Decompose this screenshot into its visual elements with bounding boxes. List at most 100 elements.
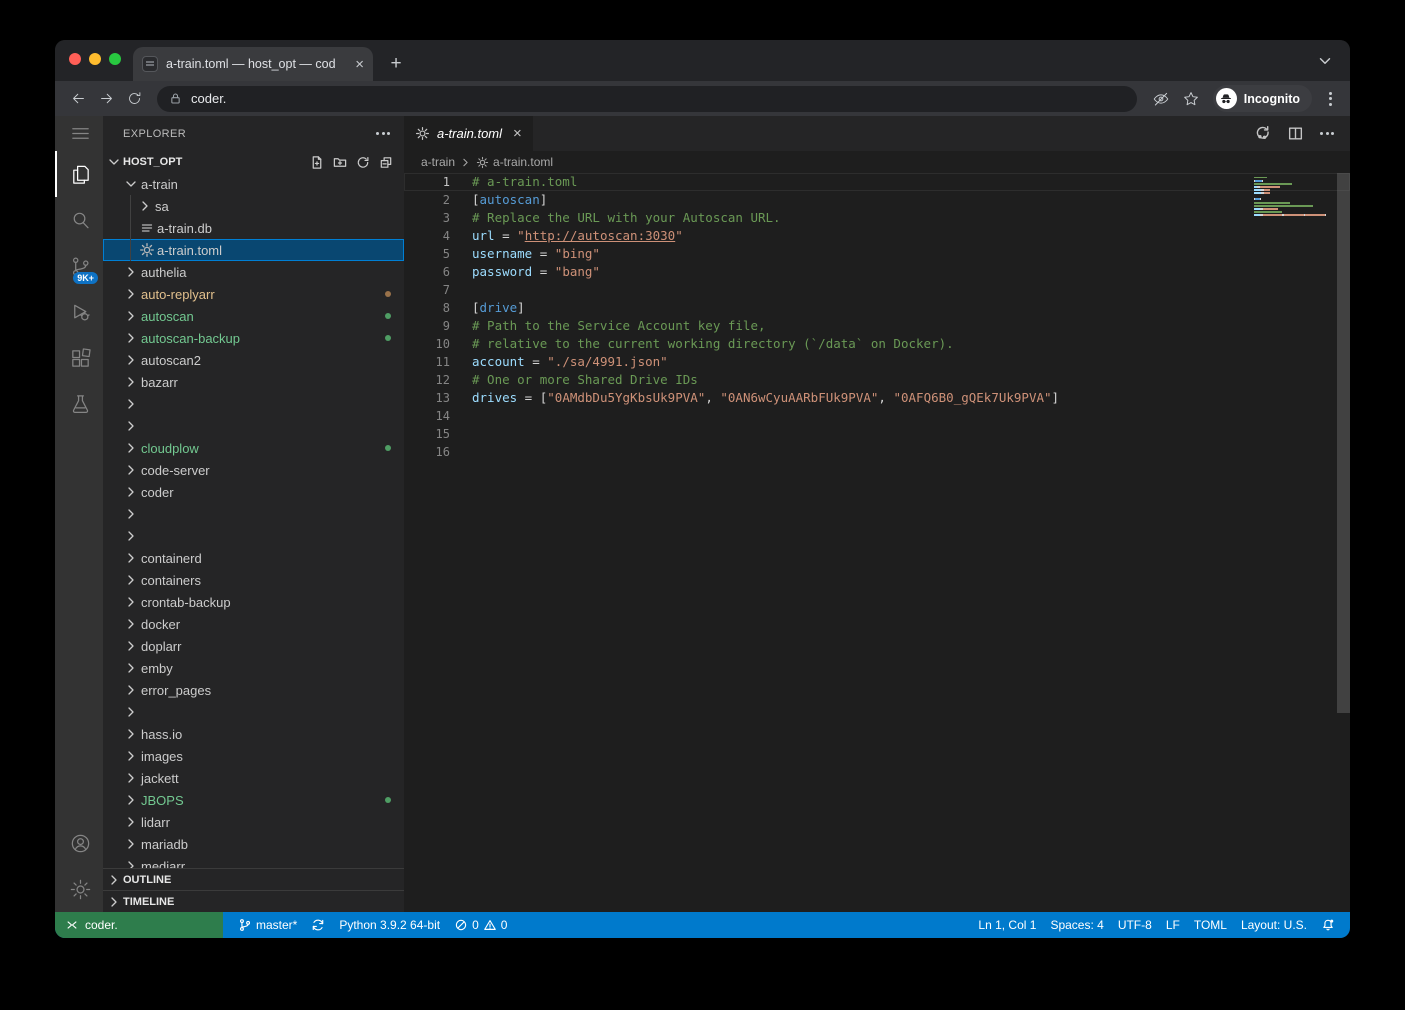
timeline-header[interactable]: TIMELINE	[103, 890, 404, 912]
settings-button[interactable]	[55, 866, 103, 912]
close-window-button[interactable]	[69, 53, 81, 65]
collapse-folders-button[interactable]	[378, 155, 394, 170]
tree-item-autoscan2[interactable]: autoscan2	[103, 349, 404, 371]
code-line-15[interactable]: 15	[404, 425, 1350, 443]
code-line-2[interactable]: 2[autoscan]	[404, 191, 1350, 209]
explorer-more-button[interactable]	[376, 132, 390, 135]
activity-source-control[interactable]: 9K+	[55, 243, 103, 289]
code-line-7[interactable]: 7	[404, 281, 1350, 299]
code-line-16[interactable]: 16	[404, 443, 1350, 461]
account-button[interactable]	[55, 820, 103, 866]
tree-item-a-train-db[interactable]: a-train.db	[103, 217, 404, 239]
breadcrumb-file[interactable]: a-train.toml	[493, 155, 553, 169]
minimap[interactable]	[1254, 176, 1334, 226]
code-line-5[interactable]: 5username = "bing"	[404, 245, 1350, 263]
status-indentation[interactable]: Spaces: 4	[1043, 912, 1110, 938]
tree-item-blank[interactable]	[103, 525, 404, 547]
bookmark-star-button[interactable]	[1177, 85, 1205, 113]
zoom-window-button[interactable]	[109, 53, 121, 65]
outline-header[interactable]: OUTLINE	[103, 868, 404, 890]
status-encoding[interactable]: UTF-8	[1111, 912, 1159, 938]
tree-item-hass-io[interactable]: hass.io	[103, 723, 404, 745]
status-python-version[interactable]: Python 3.9.2 64-bit	[332, 912, 447, 938]
tree-item-mariadb[interactable]: mariadb	[103, 833, 404, 855]
address-bar[interactable]: coder.	[157, 86, 1137, 112]
browser-menu-button[interactable]	[1320, 85, 1340, 113]
forward-button[interactable]	[93, 86, 119, 112]
back-button[interactable]	[65, 86, 91, 112]
tree-item-code-server[interactable]: code-server	[103, 459, 404, 481]
editor-more-button[interactable]	[1320, 132, 1334, 135]
code-line-14[interactable]: 14	[404, 407, 1350, 425]
tree-item-coder[interactable]: coder	[103, 481, 404, 503]
browser-tab[interactable]: a-train.toml — host_opt — cod ×	[133, 47, 373, 81]
code-line-12[interactable]: 12# One or more Shared Drive IDs	[404, 371, 1350, 389]
tree-item-a-train-toml[interactable]: a-train.toml	[103, 239, 404, 261]
tree-item-autoscan[interactable]: autoscan	[103, 305, 404, 327]
status-git-branch[interactable]: master*	[231, 912, 304, 938]
breadcrumb-folder[interactable]: a-train	[421, 155, 455, 169]
tree-item-containers[interactable]: containers	[103, 569, 404, 591]
code-line-11[interactable]: 11account = "./sa/4991.json"	[404, 353, 1350, 371]
tree-item-sa[interactable]: sa	[103, 195, 404, 217]
tree-item-autoscan-backup[interactable]: autoscan-backup	[103, 327, 404, 349]
status-eol[interactable]: LF	[1159, 912, 1187, 938]
code-line-9[interactable]: 9# Path to the Service Account key file,	[404, 317, 1350, 335]
tree-item-cloudplow[interactable]: cloudplow	[103, 437, 404, 459]
open-changes-icon[interactable]	[1254, 125, 1271, 142]
activity-run-debug[interactable]	[55, 289, 103, 335]
tab-search-chevron-icon[interactable]	[1316, 52, 1334, 70]
scrollbar-thumb[interactable]	[1337, 173, 1350, 713]
status-notifications[interactable]	[1314, 912, 1342, 938]
editor-tab-close-button[interactable]: ×	[513, 125, 522, 142]
remote-indicator[interactable]: coder.	[55, 912, 223, 938]
status-language-mode[interactable]: TOML	[1187, 912, 1234, 938]
code-line-4[interactable]: 4url = "http://autoscan:3030"	[404, 227, 1350, 245]
tree-item-jackett[interactable]: jackett	[103, 767, 404, 789]
tree-item-blank[interactable]	[103, 701, 404, 723]
code-area[interactable]: 1# a-train.toml2[autoscan]3# Replace the…	[404, 173, 1350, 912]
tree-item-blank[interactable]	[103, 415, 404, 437]
tree-item-emby[interactable]: emby	[103, 657, 404, 679]
tree-item-lidarr[interactable]: lidarr	[103, 811, 404, 833]
tree-item-bazarr[interactable]: bazarr	[103, 371, 404, 393]
code-line-13[interactable]: 13drives = ["0AMdbDu5YgKbsUk9PVA", "0AN6…	[404, 389, 1350, 407]
menu-button[interactable]	[55, 116, 103, 151]
tree-item-doplarr[interactable]: doplarr	[103, 635, 404, 657]
tab-close-button[interactable]: ×	[355, 57, 364, 72]
status-problems[interactable]: 00	[447, 912, 514, 938]
code-line-1[interactable]: 1# a-train.toml	[404, 173, 1350, 191]
split-editor-button[interactable]	[1287, 125, 1304, 142]
tree-item-blank[interactable]	[103, 393, 404, 415]
code-line-6[interactable]: 6password = "bang"	[404, 263, 1350, 281]
tree-item-blank[interactable]	[103, 503, 404, 525]
workspace-header[interactable]: HOST_OPT	[103, 151, 404, 173]
tree-item-error-pages[interactable]: error_pages	[103, 679, 404, 701]
activity-testing[interactable]	[55, 381, 103, 427]
tracking-protection-eye-icon[interactable]	[1147, 85, 1175, 113]
new-file-button[interactable]	[309, 155, 325, 170]
activity-search[interactable]	[55, 197, 103, 243]
status-cursor-position[interactable]: Ln 1, Col 1	[971, 912, 1043, 938]
tree-item-a-train[interactable]: a-train	[103, 173, 404, 195]
minimize-window-button[interactable]	[89, 53, 101, 65]
tree-item-mediarr[interactable]: mediarr	[103, 855, 404, 868]
status-keyboard-layout[interactable]: Layout: U.S.	[1234, 912, 1314, 938]
refresh-button[interactable]	[355, 155, 371, 170]
tree-item-jbops[interactable]: JBOPS	[103, 789, 404, 811]
code-line-3[interactable]: 3# Replace the URL with your Autoscan UR…	[404, 209, 1350, 227]
new-tab-button[interactable]: +	[383, 51, 409, 77]
activity-extensions[interactable]	[55, 335, 103, 381]
reload-button[interactable]	[121, 86, 147, 112]
tree-item-images[interactable]: images	[103, 745, 404, 767]
activity-explorer[interactable]	[55, 151, 103, 197]
tree-item-containerd[interactable]: containerd	[103, 547, 404, 569]
tree-item-auto-replyarr[interactable]: auto-replyarr	[103, 283, 404, 305]
tree-item-docker[interactable]: docker	[103, 613, 404, 635]
new-folder-button[interactable]	[332, 155, 348, 170]
editor-tab[interactable]: a-train.toml ×	[404, 116, 533, 151]
code-line-8[interactable]: 8[drive]	[404, 299, 1350, 317]
tree-item-crontab-backup[interactable]: crontab-backup	[103, 591, 404, 613]
status-sync[interactable]	[304, 912, 332, 938]
tree-item-authelia[interactable]: authelia	[103, 261, 404, 283]
